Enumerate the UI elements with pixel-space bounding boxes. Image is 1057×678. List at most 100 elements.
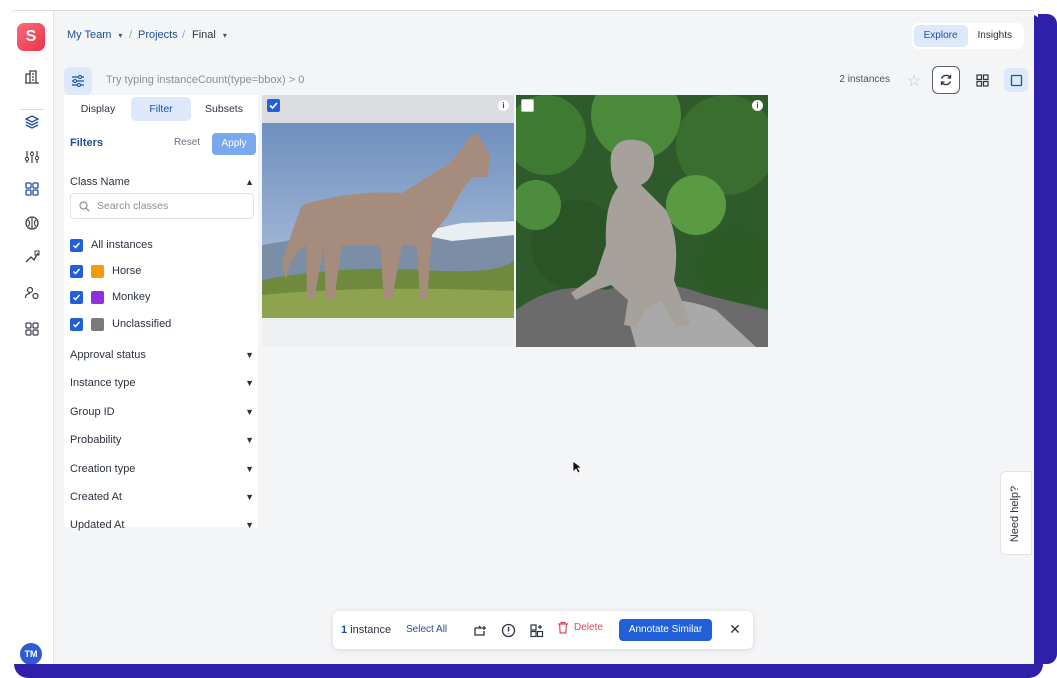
info-icon[interactable]: i — [752, 100, 763, 111]
search-icon — [79, 200, 90, 212]
breadcrumb-projects[interactable]: Projects — [138, 29, 178, 41]
tab-subsets[interactable]: Subsets — [194, 97, 254, 121]
class-label: Horse — [112, 265, 142, 277]
app-window: S TM My Team ▾ / Projects / Final ▾ Expl… — [10, 10, 1034, 664]
chevron-down-icon: ▼ — [245, 520, 254, 530]
class-checkbox-all[interactable]: All instances — [70, 237, 153, 253]
user-avatar[interactable]: TM — [20, 643, 42, 664]
reset-button[interactable]: Reset — [168, 133, 206, 153]
breadcrumb-separator: / — [129, 29, 133, 41]
section-label: Group ID — [70, 406, 115, 418]
selection-action-bar: 1 instance Select All Delete Annotate Si… — [333, 611, 753, 649]
delete-label: Delete — [574, 622, 603, 633]
chevron-down-icon: ▼ — [245, 435, 254, 445]
tab-display[interactable]: Display — [68, 97, 128, 121]
trash-icon — [558, 621, 568, 634]
grid-view-button[interactable] — [970, 68, 994, 92]
large-view-button[interactable] — [1004, 68, 1028, 92]
checkbox-checked-icon — [70, 290, 83, 304]
card-checkbox[interactable] — [521, 99, 534, 112]
filter-panel: Display Filter Subsets Filters Reset App… — [64, 95, 258, 531]
filter-section-instance-type[interactable]: Instance type ▼ — [70, 373, 254, 393]
selected-count: 1 instance — [341, 624, 391, 636]
tab-explore[interactable]: Explore — [913, 25, 968, 47]
chevron-down-icon: ▼ — [245, 378, 254, 388]
breadcrumb-team-label: My Team — [67, 29, 112, 41]
filter-section-created-at[interactable]: Created At ▼ — [70, 487, 254, 507]
class-color-swatch — [91, 317, 104, 331]
filters-title: Filters — [70, 137, 104, 149]
class-checkbox-horse[interactable]: Horse — [70, 263, 141, 279]
class-name-section[interactable]: Class Name ▲ — [70, 172, 254, 192]
selected-count-number: 1 — [341, 624, 348, 636]
section-label: Updated At — [70, 519, 125, 531]
filter-section-approval-status[interactable]: Approval status ▼ — [70, 345, 254, 365]
approve-status-icon[interactable] — [499, 621, 517, 639]
app-logo[interactable]: S — [17, 23, 45, 51]
annotate-similar-button[interactable]: Annotate Similar — [619, 619, 712, 641]
gallery-card-monkey[interactable]: i — [516, 95, 768, 347]
monkey-image — [516, 95, 768, 347]
class-label: All instances — [91, 239, 153, 251]
chevron-down-icon: ▾ — [222, 30, 227, 40]
layers-icon[interactable] — [22, 112, 42, 132]
selected-count-label: instance — [350, 624, 392, 636]
class-name-label: Class Name — [70, 176, 130, 188]
breadcrumb-project[interactable]: Final ▾ — [192, 29, 227, 41]
delete-button[interactable]: Delete — [557, 621, 603, 634]
add-to-subset-icon[interactable] — [527, 621, 545, 639]
checkbox-checked-icon — [70, 317, 83, 331]
breadcrumb-projects-label: Projects — [138, 29, 178, 41]
tab-filter[interactable]: Filter — [131, 97, 191, 121]
view-switch: Explore Insights — [911, 23, 1024, 49]
breadcrumb-project-label: Final — [192, 29, 216, 41]
chevron-down-icon: ▾ — [118, 30, 123, 40]
apply-button[interactable]: Apply — [212, 133, 256, 155]
brain-icon[interactable] — [22, 213, 42, 233]
horse-image — [262, 95, 514, 347]
breadcrumb-team[interactable]: My Team ▾ — [67, 29, 122, 41]
breadcrumb-separator: / — [182, 29, 186, 41]
components-icon[interactable] — [22, 179, 42, 199]
filter-section-creation-type[interactable]: Creation type ▼ — [70, 459, 254, 479]
query-input[interactable]: Try typing instanceCount(type=bbox) > 0 — [106, 74, 304, 86]
search-classes-input[interactable]: Search classes — [70, 193, 254, 219]
chevron-down-icon: ▼ — [245, 492, 254, 502]
filter-section-updated-at[interactable]: Updated At ▼ — [70, 515, 254, 535]
tab-insights[interactable]: Insights — [968, 25, 1022, 47]
close-icon[interactable]: ✕ — [727, 621, 743, 638]
team-settings-icon[interactable] — [22, 283, 42, 303]
chevron-down-icon: ▼ — [245, 350, 254, 360]
sliders-horizontal-icon — [72, 75, 84, 87]
card-checkbox[interactable] — [267, 99, 280, 112]
refresh-icon — [940, 74, 952, 86]
grid-icon — [975, 73, 989, 87]
gallery-card-horse[interactable]: i — [262, 95, 514, 347]
checkbox-checked-icon — [70, 238, 83, 252]
section-label: Created At — [70, 491, 122, 503]
instance-count: 2 instances — [839, 74, 890, 85]
filter-panel-toggle[interactable] — [64, 67, 92, 95]
rail-divider — [20, 109, 44, 110]
class-checkbox-monkey[interactable]: Monkey — [70, 289, 151, 305]
section-label: Instance type — [70, 377, 136, 389]
apps-grid-icon[interactable] — [22, 319, 42, 339]
need-help-tab[interactable]: Need help? — [1000, 471, 1032, 555]
select-all-button[interactable]: Select All — [406, 624, 447, 635]
class-label: Monkey — [112, 291, 151, 303]
class-checkbox-unclassified[interactable]: Unclassified — [70, 316, 171, 332]
chevron-down-icon: ▼ — [245, 407, 254, 417]
pipeline-icon[interactable] — [22, 247, 42, 267]
class-color-swatch — [91, 290, 104, 304]
section-label: Probability — [70, 434, 122, 446]
sliders-icon[interactable] — [22, 147, 42, 167]
buildings-icon[interactable] — [22, 67, 42, 87]
star-icon[interactable]: ☆ — [904, 71, 924, 91]
filter-section-probability[interactable]: Probability ▼ — [70, 430, 254, 450]
section-label: Creation type — [70, 463, 136, 475]
move-to-subset-icon[interactable] — [471, 621, 489, 639]
refresh-button[interactable] — [932, 66, 960, 94]
filter-section-group-id[interactable]: Group ID ▼ — [70, 402, 254, 422]
panel-tabs: Display Filter Subsets — [64, 97, 258, 123]
info-icon[interactable]: i — [498, 100, 509, 111]
